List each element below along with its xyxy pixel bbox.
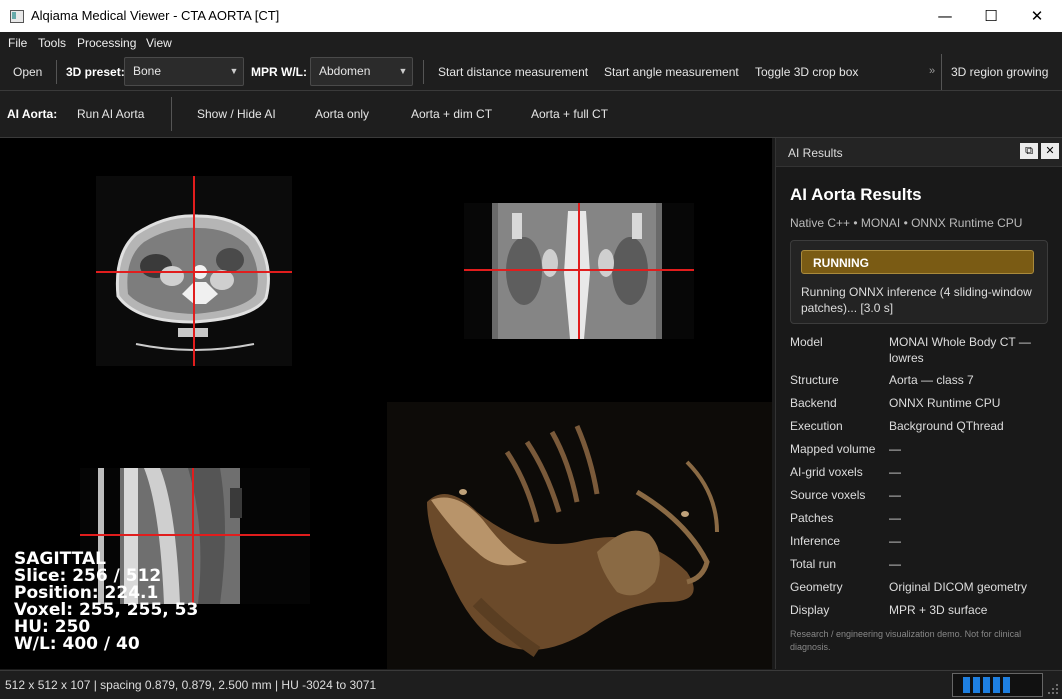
result-key: Geometry — [790, 580, 843, 594]
resize-grip-icon[interactable] — [1047, 683, 1059, 695]
aorta-only-button[interactable]: Aorta only — [315, 107, 369, 121]
ai-toolbar: AI Aorta: Run AI Aorta Show / Hide AI Ao… — [0, 91, 1062, 138]
main-toolbar: Open 3D preset: Bone ▼ MPR W/L: Abdomen … — [0, 54, 1062, 91]
result-value: MONAI Whole Body CT — lowres — [889, 335, 1031, 365]
result-value: — — [889, 557, 901, 571]
progress-segment — [973, 677, 980, 693]
run-ai-button[interactable]: Run AI Aorta — [77, 107, 144, 121]
maximize-button[interactable]: ☐ — [968, 0, 1014, 32]
region-growing-button[interactable]: 3D region growing — [951, 65, 1048, 79]
angle-measurement-button[interactable]: Start angle measurement — [604, 65, 739, 79]
coronal-viewport[interactable] — [464, 203, 694, 339]
volume-info-text: 512 x 512 x 107 | spacing 0.879, 0.879, … — [5, 678, 377, 692]
float-panel-icon[interactable]: ⧉ — [1020, 143, 1038, 159]
result-value: — — [889, 442, 901, 456]
panel-subtitle: Native C++ • MONAI • ONNX Runtime CPU — [790, 216, 1023, 230]
disclaimer-footnote: Research / engineering visualization dem… — [790, 629, 1022, 652]
minimize-button[interactable]: — — [922, 0, 968, 32]
status-message: Running ONNX inference (4 sliding-window… — [801, 285, 1032, 315]
toolbar-extension-icon[interactable]: » — [929, 65, 935, 77]
crosshair-vertical — [193, 176, 195, 366]
mpr-select[interactable]: Abdomen ▼ — [310, 57, 413, 86]
app-icon — [10, 10, 24, 23]
distance-measurement-button[interactable]: Start distance measurement — [438, 65, 588, 79]
progress-segment — [1003, 677, 1010, 693]
title-bar: Alqiama Medical Viewer - CTA AORTA [CT] … — [0, 0, 1062, 32]
aorta-dim-ct-button[interactable]: Aorta + dim CT — [411, 107, 492, 121]
status-card: RUNNING Running ONNX inference (4 slidin… — [790, 240, 1048, 324]
volume-3d-viewport[interactable] — [387, 402, 772, 669]
ai-aorta-label: AI Aorta: — [7, 107, 58, 121]
result-key: Backend — [790, 396, 837, 410]
result-key: Model — [790, 335, 823, 349]
mpr-label: MPR W/L: — [251, 65, 307, 79]
progress-segment — [963, 677, 970, 693]
toolbar-separator — [171, 97, 172, 131]
viewport-area: SAGITTAL Slice: 256 / 512 Position: 224.… — [0, 138, 772, 669]
result-key: Patches — [790, 511, 834, 525]
chevron-down-icon: ▼ — [229, 66, 239, 76]
panel-heading: AI Aorta Results — [790, 185, 922, 204]
menu-file[interactable]: File — [8, 36, 27, 50]
menu-bar: File Tools Processing View — [0, 32, 1062, 55]
crosshair-vertical — [578, 203, 580, 339]
result-value: — — [889, 488, 901, 502]
toolbar-separator — [56, 60, 57, 84]
app-window: Alqiama Medical Viewer - CTA AORTA [CT] … — [0, 0, 1062, 699]
axial-viewport[interactable] — [96, 176, 292, 366]
result-value: — — [889, 534, 901, 548]
volume-rendering-image — [427, 424, 719, 657]
toolbar-separator — [423, 60, 424, 84]
close-button[interactable]: ✕ — [1014, 0, 1060, 32]
result-value: MPR + 3D surface — [889, 603, 988, 617]
result-value: Aorta — class 7 — [889, 373, 974, 387]
result-value: Original DICOM geometry — [889, 580, 1028, 594]
crop-box-button[interactable]: Toggle 3D crop box — [755, 65, 858, 79]
menu-view[interactable]: View — [146, 36, 172, 50]
preset-select[interactable]: Bone ▼ — [124, 57, 244, 86]
panel-dock-title: AI Results — [788, 146, 843, 160]
preset-value: Bone — [133, 64, 162, 78]
preset-label: 3D preset: — [66, 65, 125, 79]
progress-segment — [993, 677, 1000, 693]
progress-bar — [952, 673, 1043, 697]
result-key: AI-grid voxels — [790, 465, 863, 479]
ai-results-panel: AI Results ⧉ ✕ AI Aorta Results Native C… — [775, 138, 1062, 669]
status-badge: RUNNING — [801, 250, 1034, 274]
toolbar-separator — [941, 54, 942, 90]
show-hide-ai-button[interactable]: Show / Hide AI — [197, 107, 276, 121]
viewport-info-overlay: SAGITTAL Slice: 256 / 512 Position: 224.… — [14, 551, 198, 653]
result-key: Mapped volume — [790, 442, 876, 456]
menu-processing[interactable]: Processing — [77, 36, 136, 50]
mpr-value: Abdomen — [319, 64, 371, 78]
result-key: Execution — [790, 419, 843, 433]
result-value: — — [889, 511, 901, 525]
result-key: Source voxels — [790, 488, 866, 502]
result-key: Structure — [790, 373, 839, 387]
aorta-full-ct-button[interactable]: Aorta + full CT — [531, 107, 608, 121]
progress-segment — [983, 677, 990, 693]
crosshair-horizontal — [80, 534, 310, 536]
result-value: ONNX Runtime CPU — [889, 396, 1001, 410]
result-key: Total run — [790, 557, 837, 571]
result-key: Inference — [790, 534, 841, 548]
open-button[interactable]: Open — [13, 65, 42, 79]
result-key: Display — [790, 603, 830, 617]
result-value: Background QThread — [889, 419, 1004, 433]
panel-header: AI Results ⧉ ✕ — [776, 138, 1062, 167]
window-title: Alqiama Medical Viewer - CTA AORTA [CT] — [31, 8, 280, 23]
result-value: — — [889, 465, 901, 479]
chevron-down-icon: ▼ — [398, 66, 408, 76]
close-panel-icon[interactable]: ✕ — [1041, 143, 1059, 159]
overlay-window-level: W/L: 400 / 40 — [14, 634, 140, 654]
status-bar: 512 x 512 x 107 | spacing 0.879, 0.879, … — [0, 670, 1062, 699]
menu-tools[interactable]: Tools — [38, 36, 66, 50]
